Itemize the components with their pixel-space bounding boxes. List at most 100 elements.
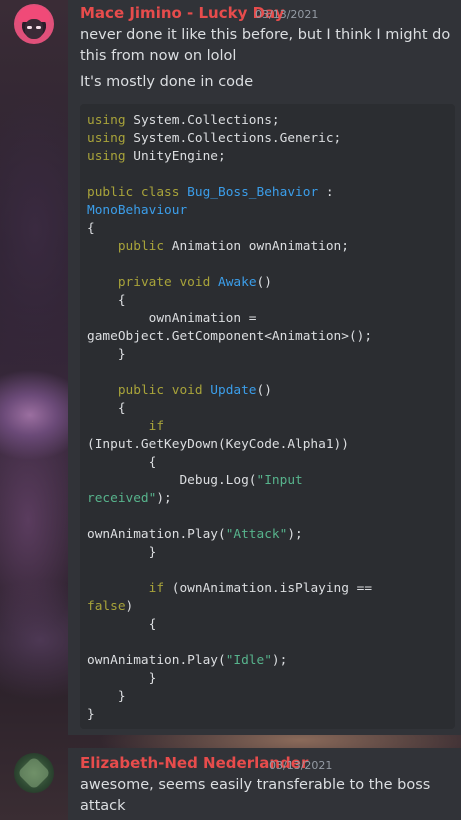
code-line: public Animation ownAnimation; [87, 238, 372, 256]
timestamp: 03/13/2021 [255, 8, 319, 21]
code-token: () [256, 275, 272, 290]
code-token: private void [117, 275, 218, 290]
code-token: (ownAnimation.isPlaying == [164, 581, 373, 596]
code-token: : [318, 185, 334, 200]
code-line: public class Bug_Boss_Behavior : [87, 184, 372, 202]
code-line: } [87, 706, 372, 724]
code-token: Awake [218, 275, 257, 290]
code-token: Bug_Boss_Behavior [187, 185, 319, 200]
code-line: ownAnimation.Play("Idle"); [87, 652, 372, 670]
timestamp: 03/13/2021 [269, 759, 333, 772]
code-token: Debug.Log( [87, 473, 257, 488]
code-line: { [87, 292, 372, 310]
code-line: } [87, 688, 372, 706]
code-line: (Input.GetKeyDown(KeyCode.Alpha1)) [87, 436, 372, 454]
code-line: false) [87, 598, 372, 616]
code-token: } [87, 671, 157, 686]
code-token: using [87, 149, 126, 164]
code-line: } [87, 544, 372, 562]
code-line: if (ownAnimation.isPlaying == [87, 580, 372, 598]
code-line: received"); [87, 490, 372, 508]
code-token: "Idle" [225, 653, 272, 668]
code-token: ownAnimation.Play( [87, 527, 226, 542]
message-text: never done it like this before, but I th… [80, 27, 451, 43]
code-token: received" [87, 491, 157, 506]
message-text: It's mostly done in code [80, 74, 254, 90]
avatar-face [25, 19, 43, 39]
code-line: { [87, 400, 372, 418]
code-token: if [148, 581, 165, 596]
code-line: } [87, 670, 372, 688]
code-token: if [148, 419, 165, 434]
code-token: UnityEngine; [125, 149, 226, 164]
code-line: { [87, 616, 372, 634]
code-line: private void Awake() [87, 274, 372, 292]
code-token: (Input.GetKeyDown(KeyCode.Alpha1)) [87, 437, 349, 452]
code-line: if [87, 418, 372, 436]
code-token: System.Collections.Generic; [125, 131, 342, 146]
code-token: } [87, 707, 95, 722]
avatar[interactable] [14, 753, 54, 793]
code-token: false [87, 599, 126, 614]
code-token: ) [125, 599, 134, 614]
code-line: using System.Collections.Generic; [87, 130, 372, 148]
code-line: using UnityEngine; [87, 148, 372, 166]
avatar-figure [17, 756, 51, 790]
message-text: attack [80, 798, 126, 814]
code-token: public [117, 239, 165, 254]
code-token: { [87, 221, 95, 236]
code-line: using System.Collections; [87, 112, 372, 130]
code-token: "Input [256, 473, 303, 488]
code-token: "Attack" [225, 527, 288, 542]
code-line: } [87, 346, 372, 364]
code-line: ownAnimation.Play("Attack"); [87, 526, 372, 544]
code-content: using System.Collections; using System.Co… [87, 112, 372, 724]
code-token: ownAnimation.Play( [87, 653, 226, 668]
code-token: public class [87, 185, 188, 200]
code-token: () [256, 383, 272, 398]
username[interactable]: Mace Jimino - Lucky Day [80, 4, 284, 22]
code-token: } [87, 545, 157, 560]
code-token: ); [271, 653, 288, 668]
code-token: using [87, 131, 126, 146]
code-token: using [87, 113, 126, 128]
code-token: ); [287, 527, 303, 542]
code-token: public void [117, 383, 211, 398]
code-line: ownAnimation = [87, 310, 372, 328]
code-token: System.Collections; [125, 113, 280, 128]
avatar-eye [27, 26, 32, 29]
code-token: { [87, 455, 157, 470]
message-text: awesome, seems easily transferable to th… [80, 777, 431, 793]
code-token: ownAnimation = [87, 311, 257, 326]
code-token: { [87, 617, 157, 632]
code-token: { [87, 401, 126, 416]
code-token: { [87, 293, 126, 308]
avatar[interactable] [14, 4, 54, 44]
code-token: MonoBehaviour [87, 203, 188, 218]
code-token: } [87, 689, 126, 704]
code-line: { [87, 220, 372, 238]
code-line: gameObject.GetComponent<Animation>(); [87, 328, 372, 346]
message-text: this from now on lolol [80, 48, 237, 64]
code-line: Debug.Log("Input [87, 472, 372, 490]
code-token: ); [156, 491, 172, 506]
code-token: } [87, 347, 126, 362]
code-line: { [87, 454, 372, 472]
code-token: Animation ownAnimation; [164, 239, 349, 254]
code-line: MonoBehaviour [87, 202, 372, 220]
avatar-eye [36, 26, 41, 29]
code-line: public void Update() [87, 382, 372, 400]
code-token: Update [210, 383, 257, 398]
code-token: gameObject.GetComponent<Animation>(); [87, 329, 373, 344]
